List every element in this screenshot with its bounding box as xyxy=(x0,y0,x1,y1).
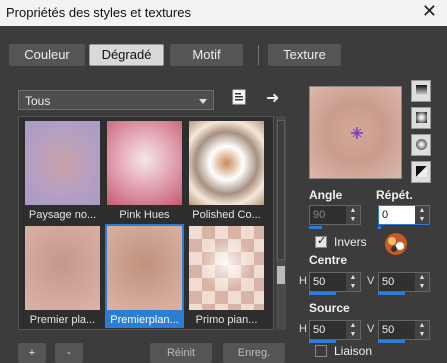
gradient-label: Primo pian... xyxy=(195,314,258,326)
angle-label: Angle xyxy=(309,188,343,202)
gradient-thumb-premier-plan[interactable]: Premier pla... xyxy=(23,224,102,328)
spin-arrows-icon[interactable]: ▲ ▼ xyxy=(415,321,429,339)
tab-degrade[interactable]: Dégradé xyxy=(89,44,164,66)
centre-h-slider-fill[interactable] xyxy=(309,292,336,295)
gradient-label: Premierplan... xyxy=(110,314,179,326)
source-v-label: V xyxy=(367,323,375,335)
linear-gradient-button[interactable] xyxy=(411,80,431,102)
sunburst-gradient-button[interactable] xyxy=(411,161,431,183)
category-dropdown-value: Tous xyxy=(25,94,51,108)
source-h-label: H xyxy=(299,323,307,335)
linear-gradient-icon xyxy=(416,85,427,96)
gradient-label: Premier pla... xyxy=(29,314,96,326)
centre-v-label: V xyxy=(367,275,375,287)
random-seed-icon[interactable] xyxy=(381,231,411,257)
crosshair-icon[interactable] xyxy=(351,127,363,139)
gradient-label: Polished Co... xyxy=(192,209,261,221)
angle-slider-fill[interactable] xyxy=(309,226,322,229)
centre-h-spinbox[interactable]: ▲▼ xyxy=(309,272,361,292)
source-v-spinbox[interactable]: ▲▼ xyxy=(378,320,430,340)
chevron-down-icon xyxy=(199,99,207,104)
gallery-scrollbar-grip[interactable] xyxy=(277,266,285,284)
gradient-swatch xyxy=(107,121,182,205)
gradient-thumb-pink-hues[interactable]: Pink Hues xyxy=(105,119,184,223)
add-gradient-button[interactable]: + xyxy=(18,343,46,363)
centre-v-spinbox[interactable]: ▲▼ xyxy=(378,272,430,292)
spin-arrows-icon[interactable]: ▲ ▼ xyxy=(415,273,429,291)
gradient-thumb-primo-piano[interactable]: Primo pian... xyxy=(187,224,266,328)
gradient-thumb-premierplan-selected[interactable]: Premierplan... xyxy=(105,224,184,328)
gradient-thumb-paysage[interactable]: Paysage no... xyxy=(23,119,102,223)
rectangular-gradient-icon xyxy=(416,112,427,123)
radial-gradient-icon xyxy=(416,139,427,150)
source-h-spinbox[interactable]: ▲▼ xyxy=(309,320,361,340)
remove-gradient-button[interactable]: - xyxy=(55,343,83,363)
spin-arrows-icon[interactable]: ▲ ▼ xyxy=(415,206,429,224)
category-dropdown[interactable]: Tous xyxy=(18,90,214,110)
title-bar: Propriétés des styles et textures ✕ xyxy=(0,0,447,26)
tab-texture[interactable]: Texture xyxy=(268,44,341,66)
gradient-label: Pink Hues xyxy=(119,209,170,221)
document-icon[interactable] xyxy=(232,89,246,105)
gradient-swatch xyxy=(25,121,100,205)
invert-checkbox[interactable] xyxy=(315,234,327,248)
centre-v-slider-fill[interactable] xyxy=(378,292,405,295)
link-label: Liaison xyxy=(334,344,373,358)
centre-label: Centre xyxy=(309,253,348,267)
repeat-label: Répét. xyxy=(376,188,413,202)
repeat-slider-fill[interactable] xyxy=(378,226,381,229)
radial-gradient-button[interactable] xyxy=(411,134,431,156)
gradient-thumb-polished-copper[interactable]: Polished Co... xyxy=(187,119,266,223)
close-icon[interactable]: ✕ xyxy=(422,1,437,22)
gradient-preview[interactable] xyxy=(309,86,402,179)
gradient-swatch xyxy=(189,226,264,310)
link-checkbox[interactable] xyxy=(315,345,327,357)
reset-button[interactable]: Réinit xyxy=(150,343,212,363)
source-v-slider-fill[interactable] xyxy=(378,340,405,343)
spin-arrows-icon[interactable]: ▲ ▼ xyxy=(346,273,360,291)
source-h-slider-fill[interactable] xyxy=(309,340,336,343)
gradient-swatch xyxy=(25,226,100,310)
gradient-label: Paysage no... xyxy=(28,209,97,221)
source-label: Source xyxy=(309,301,350,315)
tab-motif[interactable]: Motif xyxy=(170,44,243,66)
spin-arrows-icon[interactable]: ▲ ▼ xyxy=(346,321,360,339)
angle-spinbox[interactable]: ▲▼ xyxy=(309,205,361,225)
tab-couleur[interactable]: Couleur xyxy=(9,44,85,66)
gradient-swatch xyxy=(189,121,264,205)
gradient-gallery: Paysage no... Pink Hues Polished Co... P… xyxy=(18,116,274,330)
tab-separator xyxy=(258,45,259,65)
gradient-swatch xyxy=(107,226,182,310)
save-button[interactable]: Enreg. xyxy=(223,343,285,363)
arrow-right-icon[interactable]: ➜ xyxy=(266,88,279,108)
sunburst-gradient-icon xyxy=(416,166,427,177)
invert-label: Invers xyxy=(334,235,367,249)
repeat-spinbox[interactable]: ▲▼ xyxy=(378,205,430,225)
rectangular-gradient-button[interactable] xyxy=(411,107,431,129)
spin-arrows-icon[interactable]: ▲ ▼ xyxy=(346,206,360,224)
centre-h-label: H xyxy=(299,275,307,287)
gallery-scrollbar-thumb[interactable] xyxy=(277,120,285,260)
window-title: Propriétés des styles et textures xyxy=(6,5,191,20)
